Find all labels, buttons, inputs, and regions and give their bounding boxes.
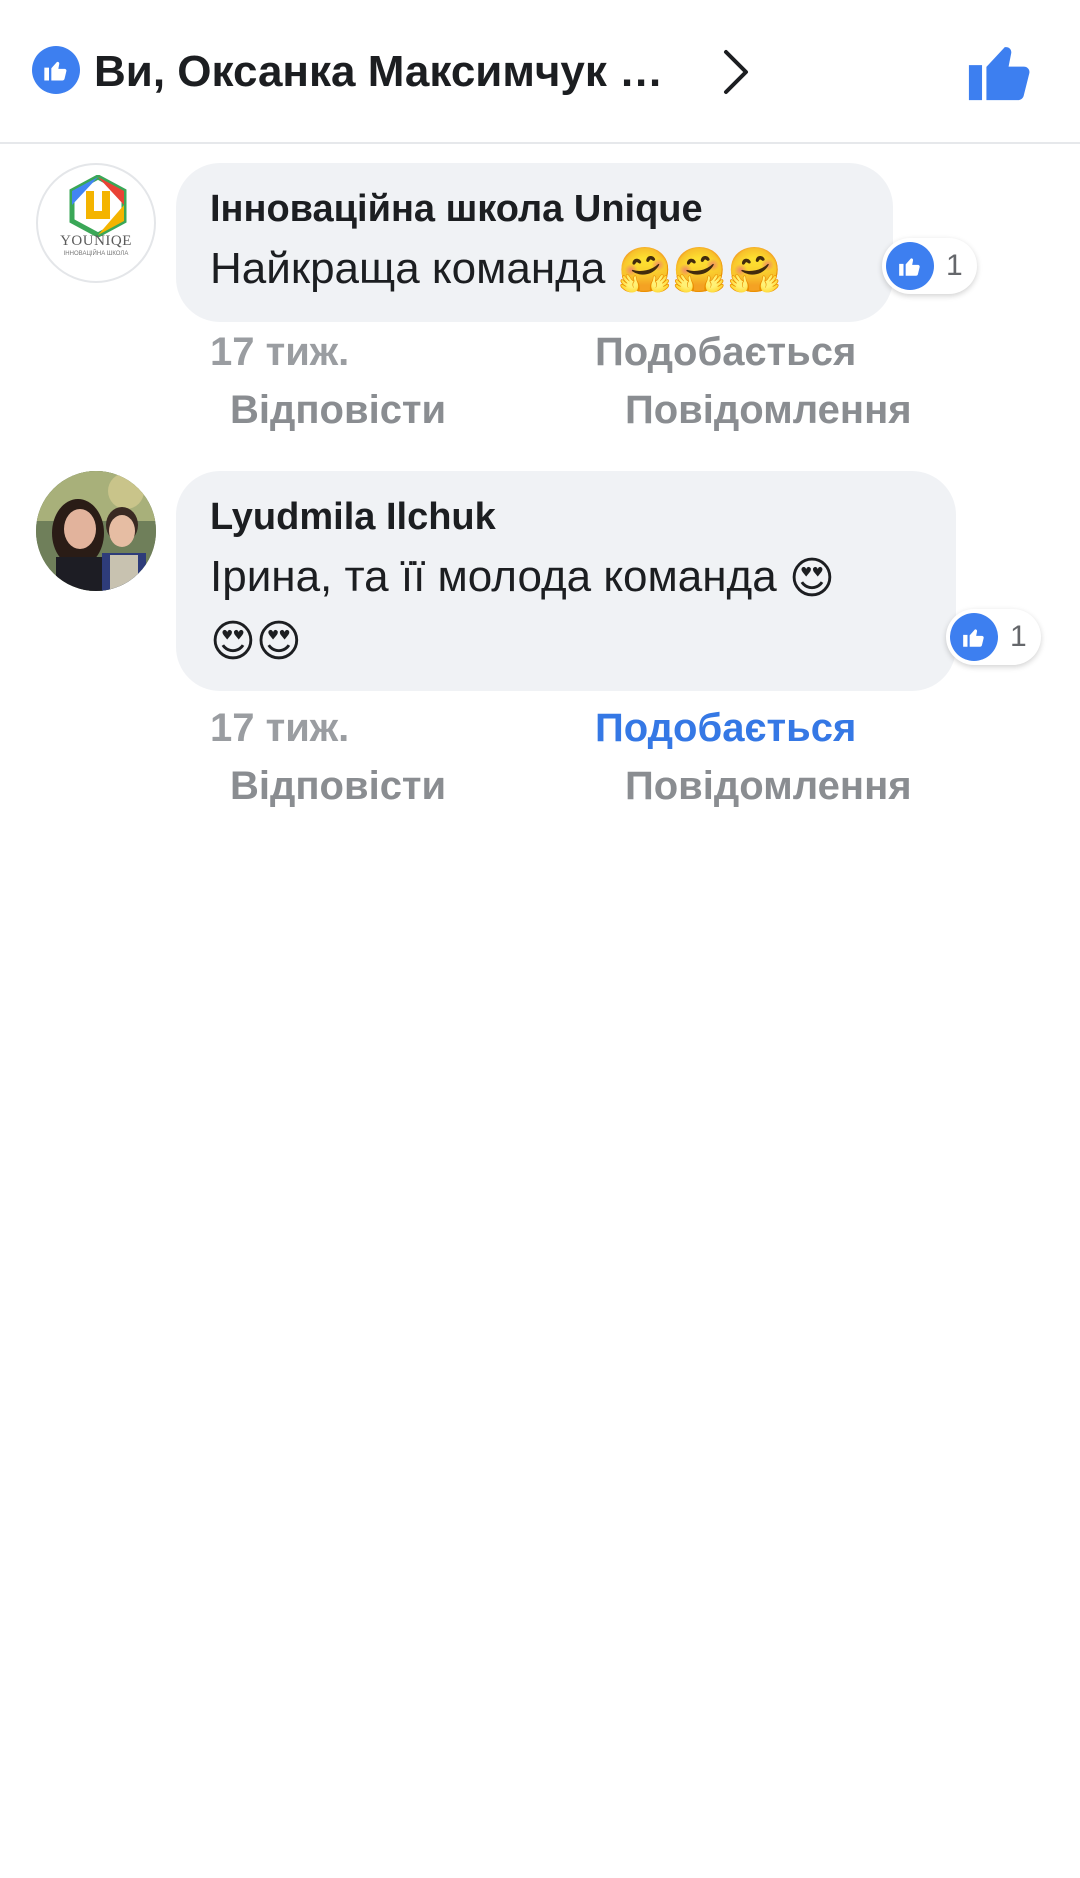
logo-text: YOUNIQE [60, 233, 132, 249]
hugging-face-emoji: 🤗 [672, 245, 728, 297]
message-button[interactable]: Повідомлення [625, 762, 912, 810]
reply-button[interactable]: Відповісти [230, 762, 446, 810]
like-reaction-icon [886, 242, 934, 290]
comment-text-body: Ірина, та її молода команда [210, 552, 777, 601]
thumbs-up-icon[interactable] [966, 36, 1036, 106]
message-button[interactable]: Повідомлення [625, 386, 912, 434]
comment-timestamp: 17 тиж. [210, 330, 350, 374]
reactions-header[interactable]: Ви, Оксанка Максимчук … [0, 0, 1080, 144]
avatar[interactable] [36, 471, 156, 591]
reaction-count-pill[interactable]: 1 [946, 609, 1041, 665]
school-logo-icon [69, 175, 127, 237]
heart-eyes-emoji: 😍 [255, 615, 302, 667]
comments-screen: Ви, Оксанка Максимчук … YOUNIQE ІННОВАЦІ… [0, 0, 1080, 1878]
reactions-summary-title[interactable]: Ви, Оксанка Максимчук … [94, 44, 694, 100]
hugging-face-emoji: 🤗 [727, 245, 782, 297]
reply-button[interactable]: Відповісти [230, 386, 446, 434]
reaction-count: 1 [1010, 620, 1027, 653]
comment-text-body: Найкраща команда [210, 244, 606, 293]
chevron-right-icon[interactable] [716, 44, 756, 100]
reaction-count-pill[interactable]: 1 [882, 238, 977, 294]
comment-bubble[interactable]: Lyudmila Ilchuk Ірина, та її молода кома… [176, 471, 956, 691]
comment-author[interactable]: Lyudmila Ilchuk [210, 493, 920, 541]
heart-eyes-emoji: 😍 [788, 553, 835, 605]
comment-text: Найкраща команда 🤗🤗🤗 [210, 239, 857, 301]
comment-bubble[interactable]: Інноваційна школа Unique Найкраща команд… [176, 163, 893, 322]
like-button[interactable]: Подобається [595, 328, 856, 376]
profile-photo [36, 471, 156, 591]
avatar[interactable]: YOUNIQE ІННОВАЦІЙНА ШКОЛА [36, 163, 156, 283]
reaction-count: 1 [946, 249, 963, 282]
comment-text: Ірина, та її молода команда 😍 😍😍 [210, 547, 920, 672]
logo-subtext: ІННОВАЦІЙНА ШКОЛА [63, 251, 129, 257]
like-reaction-icon [950, 613, 998, 661]
heart-eyes-emoji: 😍 [210, 615, 256, 667]
hugging-face-emoji: 🤗 [617, 245, 673, 297]
like-button[interactable]: Подобається [595, 704, 856, 752]
like-badge-icon [32, 46, 80, 94]
comment-timestamp: 17 тиж. [210, 706, 350, 750]
comment-author[interactable]: Інноваційна школа Unique [210, 185, 857, 233]
